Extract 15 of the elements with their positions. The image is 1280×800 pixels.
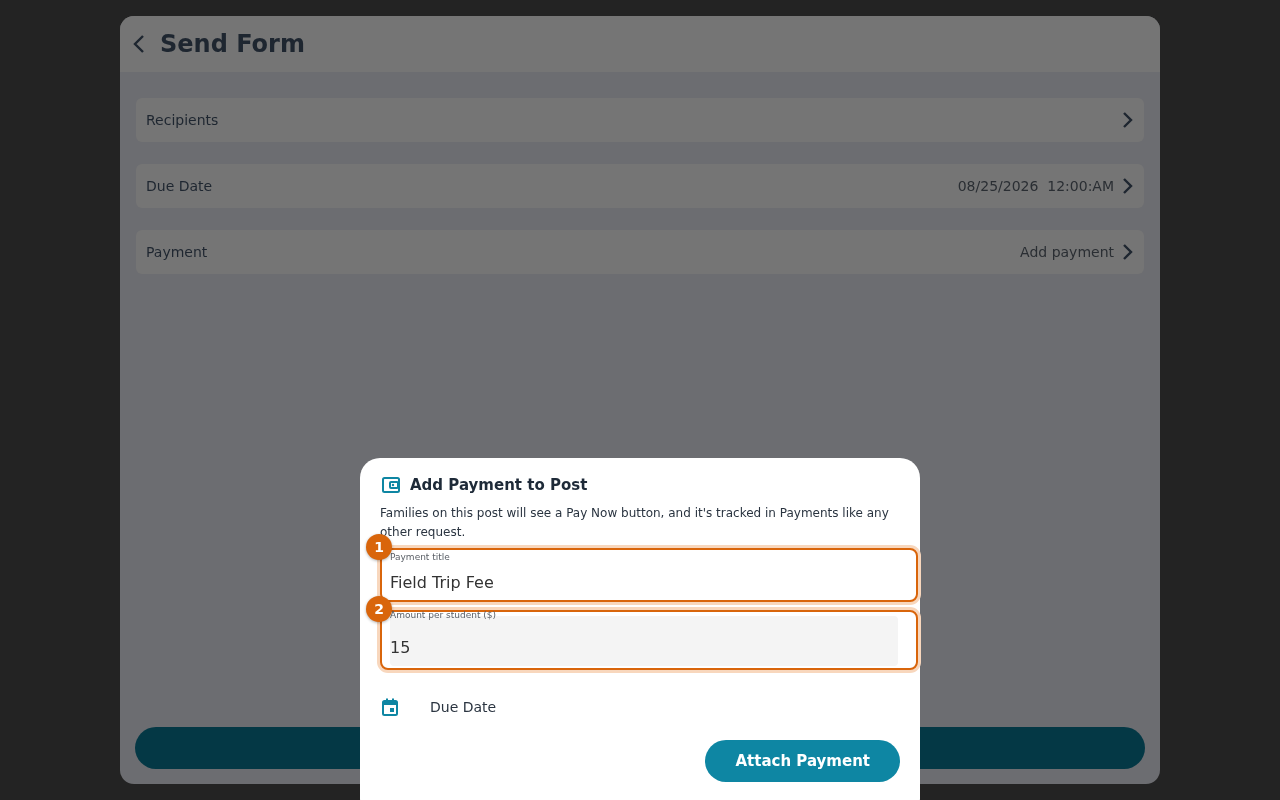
calendar-icon[interactable] <box>382 698 398 716</box>
attach-payment-button[interactable]: Attach Payment <box>705 740 900 782</box>
due-date-label: Due Date <box>430 699 497 715</box>
wallet-icon <box>382 477 400 493</box>
page-title: Send Form <box>160 30 305 58</box>
row-value: Add payment <box>1020 244 1114 260</box>
row-value: 08/25/2026 12:00:AM <box>957 178 1114 194</box>
row-label: Due Date <box>146 178 214 194</box>
row-label: Payment <box>146 244 209 260</box>
field-label: Payment title <box>390 552 450 562</box>
row-label: Recipients <box>146 112 220 128</box>
chevron-right-icon <box>1120 110 1134 130</box>
dialog-title: Add Payment to Post <box>410 476 588 494</box>
chevron-right-icon <box>1120 242 1134 262</box>
chevron-right-icon <box>1120 176 1134 196</box>
